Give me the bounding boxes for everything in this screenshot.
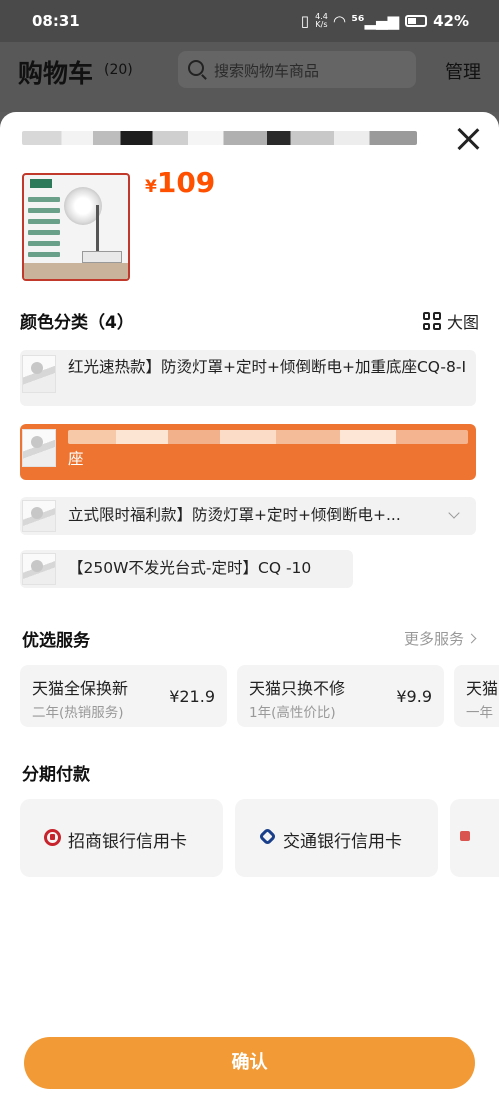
status-icons: ▯ 4.4 K/s ◠ ⁵⁶▂▄▆ 42% <box>301 12 469 30</box>
color-option-label: 座 <box>68 450 84 468</box>
option-thumbnail <box>22 429 56 467</box>
more-services-link[interactable]: 更多服务 <box>403 628 477 649</box>
chevron-down-icon <box>448 507 460 519</box>
signal-icon: ⁵⁶▂▄▆ <box>351 12 400 30</box>
grid-icon <box>422 312 441 330</box>
installment-bank-card[interactable]: 交通银行信用卡 <box>235 799 438 877</box>
manage-button[interactable]: 管理 <box>445 58 481 84</box>
color-option[interactable]: 立式限时福利款】防烫灯罩+定时+倾倒断电+... <box>20 497 476 535</box>
close-icon[interactable] <box>455 126 481 152</box>
service-desc: 一年 <box>466 705 493 721</box>
option-thumbnail <box>22 553 56 585</box>
installment-bank-card[interactable] <box>450 799 499 877</box>
battery-percent: 42% <box>433 12 469 30</box>
installment-section-title: 分期付款 <box>22 765 90 785</box>
service-price: ¥9.9 <box>396 687 432 706</box>
cmb-bank-icon <box>44 829 61 846</box>
cart-title: 购物车 <box>18 59 94 88</box>
service-desc: 1年(高性价比) <box>249 705 336 721</box>
product-image-footer <box>24 263 128 279</box>
option-thumbnail <box>22 355 56 393</box>
product-price: ¥109 <box>145 166 215 199</box>
chevron-right-icon <box>466 633 477 644</box>
product-logo <box>30 179 52 188</box>
confirm-button[interactable]: 确认 <box>24 1037 475 1089</box>
lamp-base-shape <box>82 251 122 263</box>
sku-selector-sheet: ¥109 颜色分类（4） 大图 红光速热款】防烫灯罩+定时+倾倒断电+加重底座C… <box>0 112 499 1110</box>
services-section-title: 优选服务 <box>22 631 90 651</box>
color-option[interactable]: 【250W不发光台式-定时】CQ -10 <box>20 550 353 588</box>
price-value: 109 <box>156 166 216 199</box>
net-speed-unit: K/s <box>315 20 328 29</box>
product-feature-list <box>28 197 60 263</box>
battery-icon <box>405 15 428 27</box>
search-icon <box>188 60 204 76</box>
product-title-blurred <box>22 131 417 145</box>
search-placeholder: 搜索购物车商品 <box>214 62 320 80</box>
bocom-bank-icon <box>258 827 277 846</box>
big-view-label: 大图 <box>446 313 479 332</box>
wifi-icon: ◠ <box>333 12 346 30</box>
cart-header: 购物车 (20) 搜索购物车商品 管理 <box>0 42 499 112</box>
service-name: 天猫 <box>466 679 499 698</box>
more-services-label: 更多服务 <box>403 630 464 648</box>
status-time: 08:31 <box>32 12 80 30</box>
price-symbol: ¥ <box>145 177 157 197</box>
cart-search-input[interactable]: 搜索购物车商品 <box>178 51 416 88</box>
service-card[interactable]: 天猫只换不修 1年(高性价比) ¥9.9 <box>237 665 444 727</box>
bank-name: 招商银行信用卡 <box>68 832 187 852</box>
service-card[interactable]: 天猫全保换新 二年(热销服务) ¥21.9 <box>20 665 227 727</box>
status-bar: 08:31 ▯ 4.4 K/s ◠ ⁵⁶▂▄▆ 42% <box>0 0 499 42</box>
big-view-button[interactable]: 大图 <box>422 309 479 333</box>
option-thumbnail <box>22 500 56 532</box>
installment-bank-card[interactable]: 招商银行信用卡 <box>20 799 223 877</box>
color-option-label: 立式限时福利款】防烫灯罩+定时+倾倒断电+... <box>68 506 401 524</box>
net-speed: 4.4 K/s <box>315 13 328 29</box>
lamp-pole-shape <box>96 205 99 257</box>
service-name: 天猫全保换新 <box>32 679 129 698</box>
signal-label: ⁵⁶ <box>351 12 365 30</box>
service-desc: 二年(热销服务) <box>32 705 124 721</box>
product-image[interactable] <box>22 173 130 281</box>
color-option-selected[interactable]: 座 <box>20 424 476 480</box>
color-option-label: 红光速热款】防烫灯罩+定时+倾倒断电+加重底座CQ-8-I <box>68 358 467 376</box>
vibrate-icon: ▯ <box>300 12 310 30</box>
color-section-title: 颜色分类（4） <box>20 313 134 333</box>
color-option[interactable]: 红光速热款】防烫灯罩+定时+倾倒断电+加重底座CQ-8-I <box>20 350 476 406</box>
bank-icon <box>460 831 470 841</box>
option-label-blurred <box>68 430 468 444</box>
bank-name: 交通银行信用卡 <box>283 832 402 852</box>
service-name: 天猫只换不修 <box>249 679 346 698</box>
color-option-label: 【250W不发光台式-定时】CQ -10 <box>68 559 312 577</box>
service-price: ¥21.9 <box>169 687 215 706</box>
cart-count: (20) <box>104 62 133 78</box>
selected-option-text: 座 <box>64 424 468 470</box>
service-card[interactable]: 天猫 一年 <box>454 665 499 727</box>
